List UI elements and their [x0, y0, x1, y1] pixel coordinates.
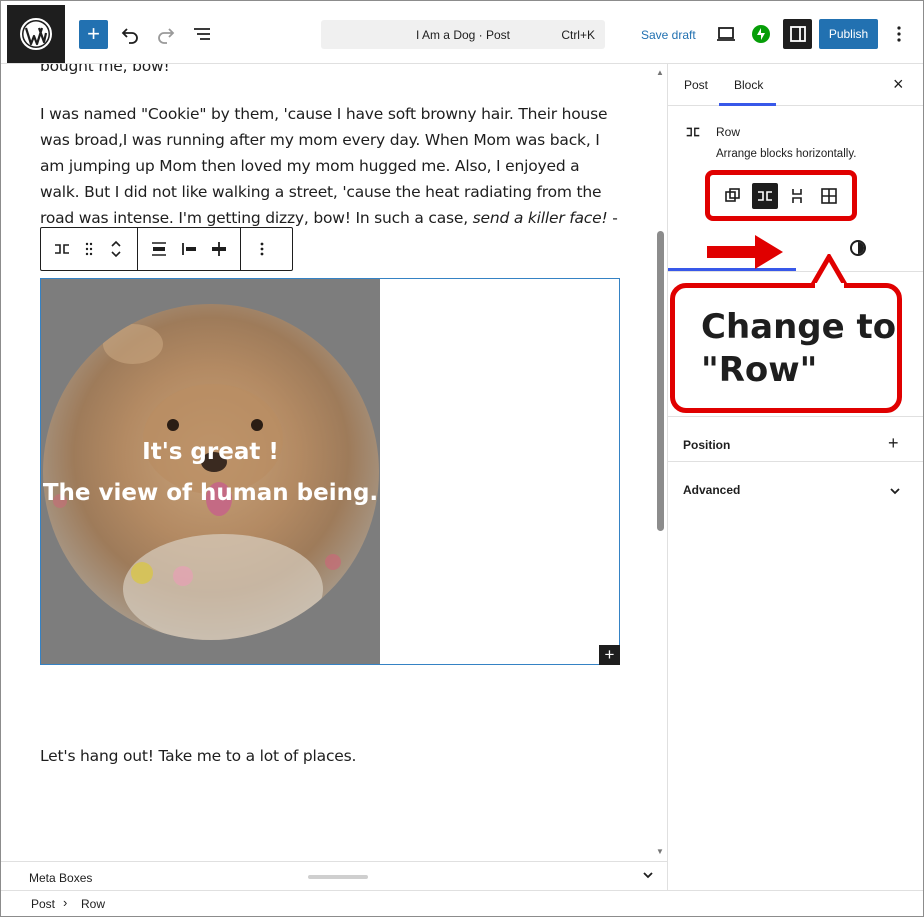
options-menu-icon[interactable] [886, 21, 912, 47]
wordpress-logo-icon[interactable] [7, 5, 65, 63]
cover-block[interactable]: It's great ! The view of human being. [41, 279, 380, 664]
paragraph-block[interactable]: bought me, bow! [40, 64, 170, 79]
plus-icon[interactable]: + [888, 433, 899, 454]
shortcut-hint: Ctrl+K [561, 28, 595, 42]
block-toolbar-group-parent [41, 228, 138, 270]
top-toolbar: + I Am a Dog · Post Ctrl+K Save draft Pu… [1, 1, 923, 64]
chevron-down-icon[interactable] [641, 868, 655, 887]
stack-variation-icon[interactable] [784, 183, 810, 209]
meta-boxes-panel[interactable]: Meta Boxes [1, 861, 667, 890]
more-options-icon[interactable] [247, 229, 277, 269]
annotation-arrow-icon [707, 235, 783, 269]
settings-sidebar: Post Block × Row Arrange blocks horizont… [667, 64, 923, 890]
resize-handle[interactable] [308, 875, 368, 879]
editor-canvas[interactable]: bought me, bow! I was named "Cookie" by … [1, 64, 667, 861]
panel-advanced-title: Advanced [683, 483, 741, 497]
align-left-icon[interactable] [174, 229, 204, 269]
group-variation-icon[interactable] [720, 183, 746, 209]
callout-text: Change to "Row" [701, 307, 897, 390]
block-inserter-button[interactable]: + [79, 20, 108, 49]
jetpack-icon[interactable] [752, 25, 770, 43]
publish-button[interactable]: Publish [819, 19, 878, 49]
align-center-icon[interactable] [204, 229, 234, 269]
block-toolbar [40, 227, 293, 271]
block-card: Row Arrange blocks horizontally. [668, 106, 923, 226]
callout-tail-join [815, 283, 844, 289]
block-toolbar-group-options [241, 228, 283, 270]
chevron-down-icon[interactable] [888, 482, 902, 503]
breadcrumb-row[interactable]: Row [81, 897, 105, 911]
paragraph-italic: send a killer face! [472, 209, 608, 227]
block-card-title: Row [716, 125, 741, 139]
cover-heading-line1[interactable]: It's great ! [41, 439, 380, 465]
drag-handle-icon[interactable] [77, 229, 101, 269]
scroll-up-arrow-icon[interactable]: ▲ [656, 68, 664, 77]
grid-variation-icon[interactable] [816, 183, 842, 209]
command-palette-bar[interactable]: I Am a Dog · Post Ctrl+K [321, 20, 605, 49]
justify-stretch-icon[interactable] [144, 229, 174, 269]
settings-sidebar-toggle-icon[interactable] [783, 19, 812, 49]
undo-icon[interactable] [117, 21, 143, 47]
tab-block[interactable]: Block [734, 78, 763, 92]
dog-photo [43, 304, 379, 640]
document-overview-icon[interactable] [189, 21, 215, 47]
redo-icon[interactable] [153, 21, 179, 47]
scroll-down-arrow-icon[interactable]: ▼ [656, 847, 664, 856]
block-variation-picker [705, 170, 857, 221]
cover-heading-line2[interactable]: The view of human being. [41, 480, 380, 506]
panel-advanced[interactable]: Advanced [668, 461, 923, 507]
editor-window: + I Am a Dog · Post Ctrl+K Save draft Pu… [0, 0, 924, 917]
panel-position-title: Position [683, 438, 731, 452]
annotation-callout: Change to "Row" [670, 283, 902, 413]
wordpress-icon [20, 18, 52, 50]
tab-post[interactable]: Post [684, 78, 708, 92]
panel-position[interactable]: Position + [668, 416, 923, 462]
preview-icon[interactable] [713, 21, 739, 47]
breadcrumb: Post › Row [1, 890, 923, 916]
block-toolbar-group-layout [138, 228, 241, 270]
meta-boxes-label: Meta Boxes [29, 871, 93, 885]
paragraph-block-last[interactable]: Let's hang out! Take me to a lot of plac… [40, 743, 356, 769]
save-draft-button[interactable]: Save draft [641, 28, 696, 42]
row-block[interactable]: It's great ! The view of human being. + [40, 278, 620, 665]
row-variation-icon[interactable] [752, 182, 778, 209]
row-block-icon[interactable] [47, 229, 77, 269]
row-block-icon [684, 123, 702, 146]
sidebar-tabs: Post Block × [668, 64, 923, 106]
styles-tab-icon[interactable] [850, 240, 866, 256]
breadcrumb-post[interactable]: Post [31, 897, 55, 911]
block-card-description: Arrange blocks horizontally. [716, 148, 857, 160]
canvas-scroll-thumb[interactable] [657, 231, 664, 531]
move-up-down-icon[interactable] [101, 229, 131, 269]
breadcrumb-separator: › [63, 895, 68, 910]
block-appender-plus-icon[interactable]: + [599, 645, 620, 665]
close-icon[interactable]: × [893, 74, 904, 95]
